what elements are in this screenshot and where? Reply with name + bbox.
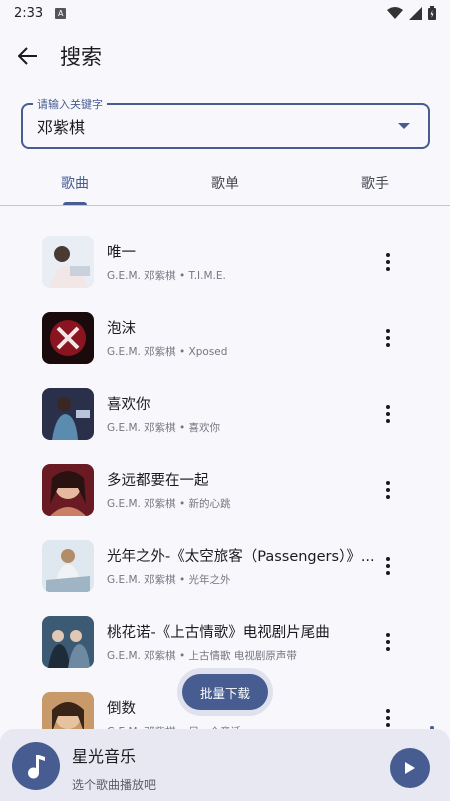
album-cover	[42, 236, 94, 288]
tab-indicator	[63, 202, 87, 205]
tab-artists[interactable]: 歌手	[310, 160, 450, 205]
song-subtitle: G.E.M. 邓紫棋 • 新的心跳	[107, 498, 231, 510]
play-button[interactable]	[390, 748, 430, 788]
battery-icon	[428, 6, 436, 20]
search-field-label: 请输入关键字	[33, 96, 107, 112]
wifi-icon	[387, 6, 403, 19]
play-icon	[405, 762, 415, 774]
song-title: 光年之外-《太空旅客（Passengers）》...	[107, 549, 375, 565]
more-options-icon[interactable]	[376, 242, 400, 282]
dropdown-arrow-icon[interactable]	[392, 114, 416, 138]
song-subtitle: G.E.M. 邓紫棋 • Xposed	[107, 346, 228, 358]
tab-songs[interactable]: 歌曲	[0, 160, 140, 205]
page-title: 搜索	[60, 45, 102, 69]
more-options-icon[interactable]	[376, 318, 400, 358]
album-cover	[42, 312, 94, 364]
app-bar: 搜索	[0, 30, 450, 82]
batch-download-button[interactable]: 批量下载	[182, 674, 268, 710]
tab-bar: 歌曲 歌单 歌手	[0, 160, 450, 206]
song-item[interactable]: 多远都要在一起 G.E.M. 邓紫棋 • 新的心跳	[0, 452, 450, 528]
song-subtitle: G.E.M. 邓紫棋 • 上古情歌 电视剧原声带	[107, 650, 297, 662]
album-cover	[42, 464, 94, 516]
player-title: 星光音乐	[72, 747, 137, 766]
player-cover	[12, 742, 60, 790]
player-subtitle: 选个歌曲播放吧	[72, 778, 157, 792]
notification-icon: A	[55, 7, 67, 19]
album-cover	[42, 540, 94, 592]
song-subtitle: G.E.M. 邓紫棋 • 喜欢你	[107, 422, 221, 434]
more-options-icon[interactable]	[376, 546, 400, 586]
song-title: 多远都要在一起	[107, 473, 209, 489]
back-arrow-icon	[18, 47, 37, 65]
music-note-icon	[28, 755, 45, 779]
tab-songs-label: 歌曲	[61, 175, 89, 192]
song-title: 桃花诺-《上古情歌》电视剧片尾曲	[107, 625, 330, 641]
song-title: 泡沫	[107, 321, 136, 337]
song-item[interactable]: 光年之外-《太空旅客（Passengers）》... G.E.M. 邓紫棋 • …	[0, 528, 450, 604]
song-subtitle: G.E.M. 邓紫棋 • 光年之外	[107, 574, 231, 586]
search-field[interactable]: 请输入关键字 邓紫棋	[21, 96, 430, 149]
tab-playlists-label: 歌单	[211, 175, 239, 192]
status-icons	[387, 6, 436, 20]
tab-artists-label: 歌手	[361, 175, 389, 192]
song-title: 喜欢你	[107, 397, 151, 413]
more-options-icon[interactable]	[376, 394, 400, 434]
mini-player[interactable]: 星光音乐 选个歌曲播放吧	[0, 729, 450, 801]
album-cover	[42, 388, 94, 440]
song-subtitle: G.E.M. 邓紫棋 • T.I.M.E.	[107, 270, 226, 282]
status-bar: 2:33 A	[0, 0, 450, 26]
cell-signal-icon	[409, 6, 422, 20]
song-item[interactable]: 唯一 G.E.M. 邓紫棋 • T.I.M.E.	[0, 224, 450, 300]
status-time: 2:33	[14, 5, 44, 21]
more-options-icon[interactable]	[376, 470, 400, 510]
search-input[interactable]: 邓紫棋	[37, 114, 392, 138]
album-cover	[42, 616, 94, 668]
song-item[interactable]: 喜欢你 G.E.M. 邓紫棋 • 喜欢你	[0, 376, 450, 452]
batch-download-button-container: 批量下载	[177, 668, 273, 716]
more-options-icon[interactable]	[376, 622, 400, 662]
tab-playlists[interactable]: 歌单	[140, 160, 310, 205]
song-item[interactable]: 泡沫 G.E.M. 邓紫棋 • Xposed	[0, 300, 450, 376]
song-title: 唯一	[107, 245, 136, 261]
back-button[interactable]	[0, 30, 56, 82]
